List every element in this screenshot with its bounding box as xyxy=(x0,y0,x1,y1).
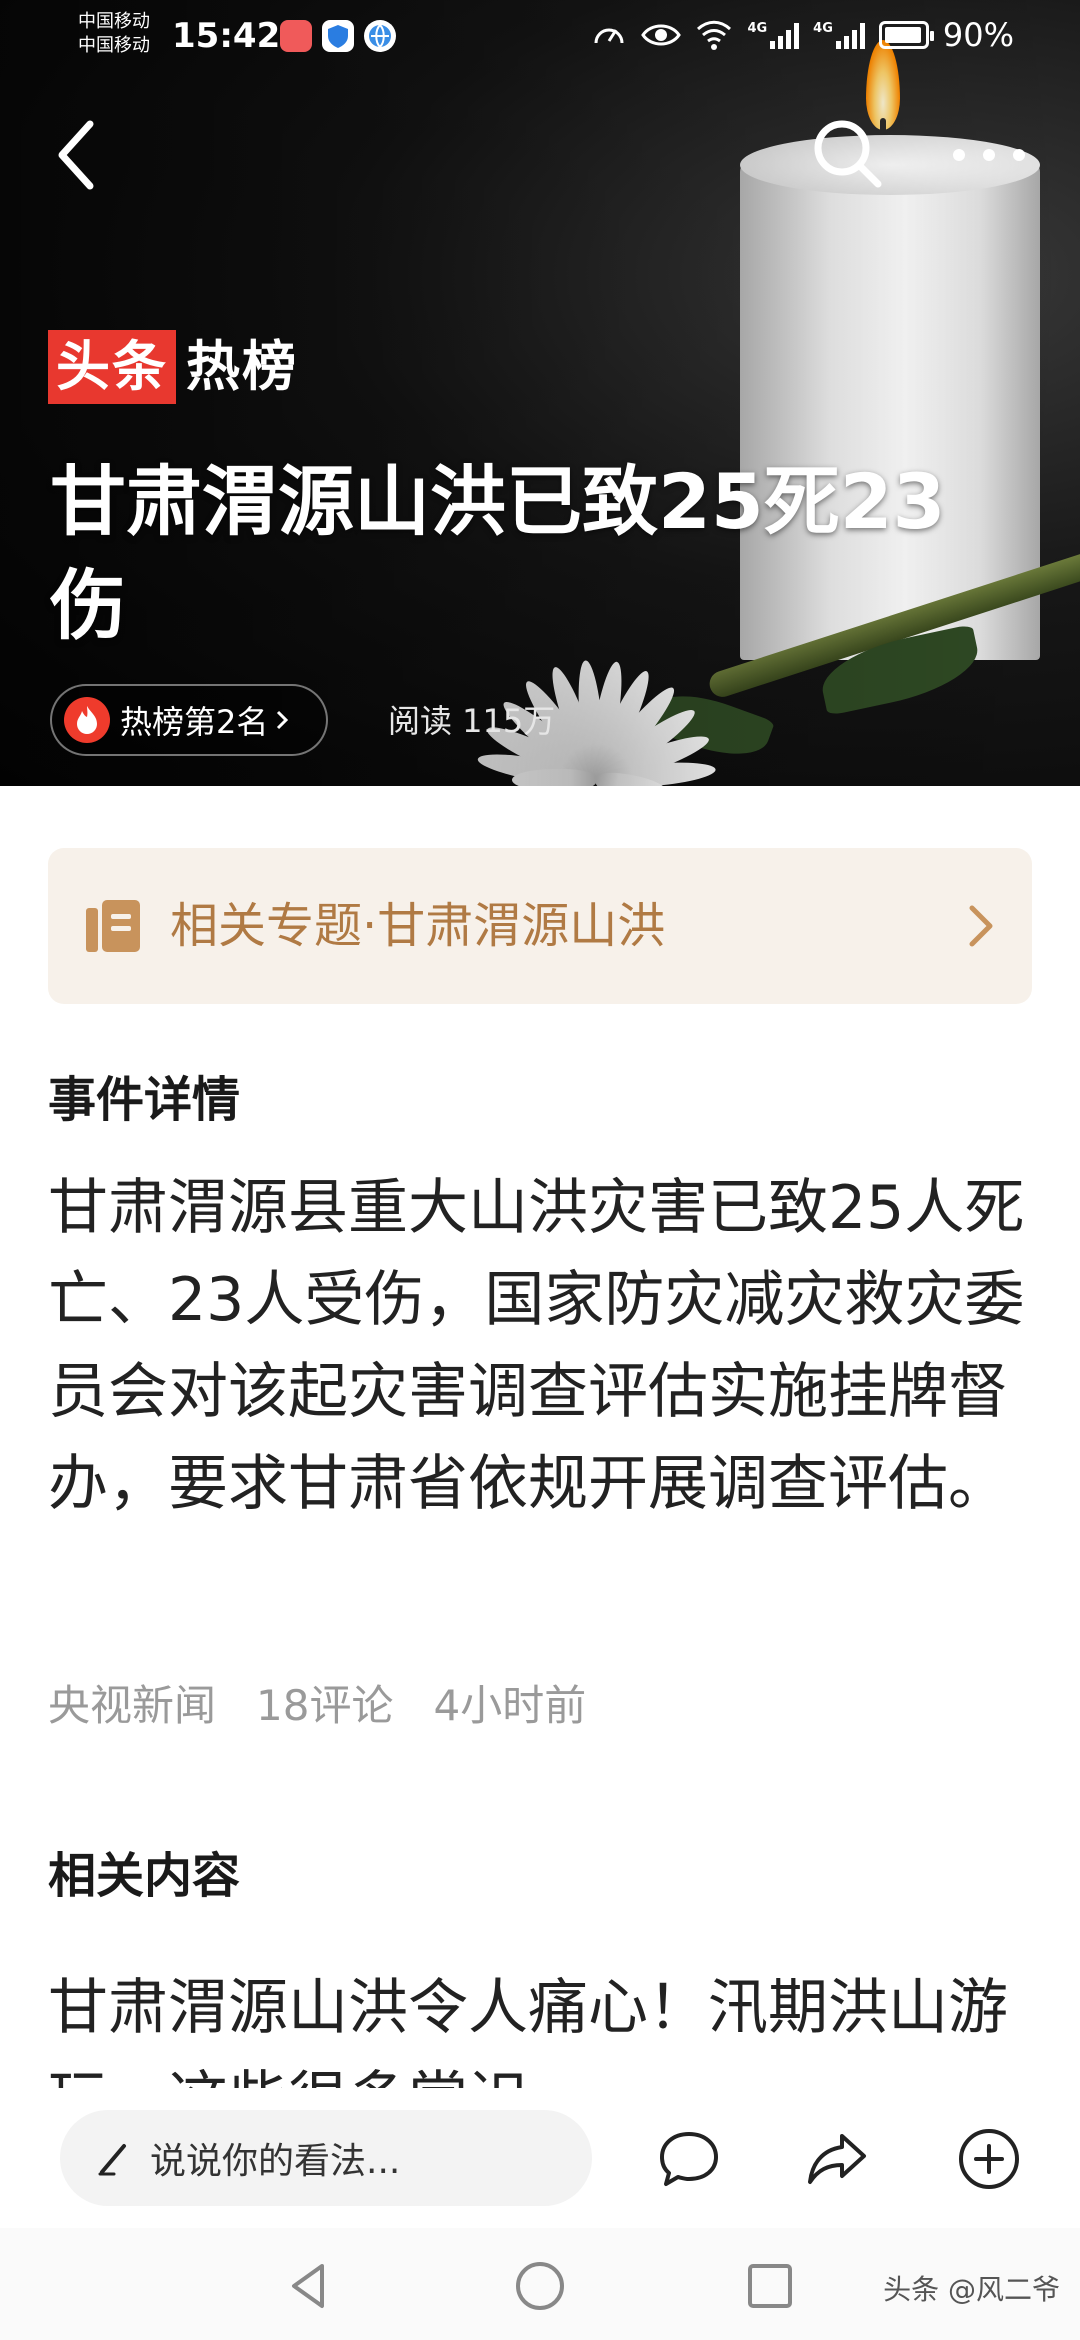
comment-bar: 说说你的看法... xyxy=(0,2088,1080,2228)
carrier-2: 中国移动 xyxy=(78,35,150,56)
more-dots-icon xyxy=(953,149,1025,161)
hero-title: 甘肃渭源山洪已致25死23伤 xyxy=(50,457,946,650)
topic-label: 相关专题·甘肃渭源山洪 xyxy=(170,898,666,954)
nav-home-icon[interactable] xyxy=(512,2258,568,2314)
chevron-right-icon xyxy=(969,905,993,947)
related-topic-card[interactable]: 相关专题·甘肃渭源山洪 xyxy=(48,848,1032,1004)
hot-list-brand: 头条 热榜 xyxy=(48,330,298,404)
status-bar: 中国移动 中国移动 15:42 4G 4G 90% xyxy=(0,0,1080,80)
comment-icon[interactable] xyxy=(656,2126,722,2192)
fire-icon xyxy=(64,697,110,743)
search-icon xyxy=(814,120,882,188)
comment-count[interactable]: 18评论 xyxy=(256,1672,393,1733)
network-type-2: 4G xyxy=(813,21,833,36)
rank-pill[interactable]: 热榜第2名 xyxy=(50,684,328,756)
hero-banner: 中国移动 中国移动 15:42 4G 4G 90% 头条 热榜 甘肃渭源山洪已致… xyxy=(0,0,1080,786)
related-item-title[interactable]: 甘肃渭源山洪令人痛心！汛期洪山游玩，这些很多常识 xyxy=(48,1962,1038,2092)
comment-input[interactable]: 说说你的看法... xyxy=(60,2110,592,2206)
related-content-heading: 相关内容 xyxy=(48,1848,241,1904)
article-meta: 央视新闻 18评论 4小时前 xyxy=(48,1672,586,1733)
network-type-1: 4G xyxy=(747,21,768,36)
event-details-body: 甘肃渭源县重大山洪灾害已致25人死亡、23人受伤，国家防灾减灾救灾委员会对该起灾… xyxy=(48,1173,1025,1519)
watermark: 头条 @风二爷 xyxy=(883,2273,1060,2306)
add-icon[interactable] xyxy=(956,2126,1022,2192)
status-icons: 4G 4G 90% xyxy=(591,16,1014,54)
speedometer-icon xyxy=(594,28,624,44)
chevron-right-icon xyxy=(277,710,289,730)
share-icon[interactable] xyxy=(804,2126,870,2192)
topic-book-icon xyxy=(86,900,140,952)
nav-recents-icon[interactable] xyxy=(742,2258,798,2314)
back-button[interactable] xyxy=(44,110,114,200)
rank-label: 热榜第2名 xyxy=(120,703,269,741)
read-count: 阅读 115万 xyxy=(388,702,556,740)
search-button[interactable] xyxy=(808,114,888,194)
nav-back-icon[interactable] xyxy=(282,2258,338,2314)
battery-icon xyxy=(878,21,934,49)
cell-signal-1-icon: 4G xyxy=(747,21,800,49)
back-arrow-icon xyxy=(58,120,94,190)
battery-level: 90% xyxy=(942,16,1014,54)
clock: 15:42 xyxy=(172,16,281,56)
pen-icon xyxy=(98,2144,126,2176)
huawei-app-icon xyxy=(280,20,312,52)
shield-app-icon xyxy=(322,20,354,52)
eye-icon xyxy=(641,24,682,46)
carrier-info: 中国移动 中国移动 xyxy=(78,10,150,58)
source-label[interactable]: 央视新闻 xyxy=(48,1672,216,1733)
brand-logo-box: 头条 xyxy=(48,330,176,404)
event-details-heading: 事件详情 xyxy=(48,1072,241,1128)
time-ago: 4小时前 xyxy=(433,1681,587,1730)
brand-logo-text: 热榜 xyxy=(186,335,298,398)
cell-signal-2-icon: 4G xyxy=(813,21,865,49)
more-button[interactable] xyxy=(944,130,1034,180)
browser-app-icon xyxy=(364,20,396,52)
comment-placeholder: 说说你的看法... xyxy=(150,2141,401,2182)
carrier-1: 中国移动 xyxy=(78,11,150,32)
wifi-icon xyxy=(697,20,732,50)
